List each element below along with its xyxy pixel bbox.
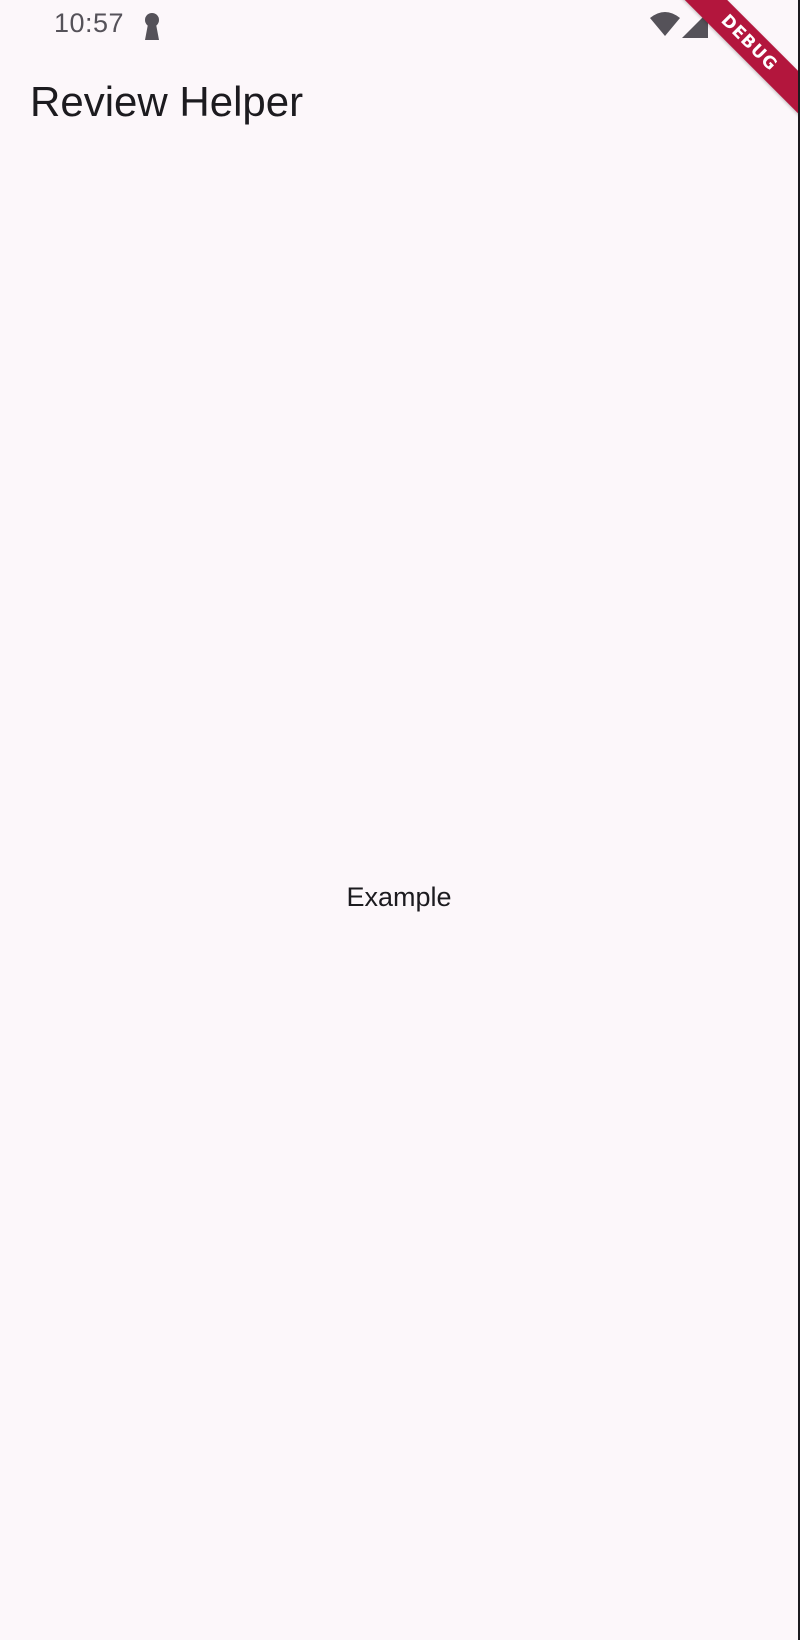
app-screen: 10:57 DEBUG Review Helper Example <box>0 0 800 1640</box>
status-bar: 10:57 <box>0 0 798 52</box>
wifi-icon <box>650 12 680 36</box>
main-content: Example <box>0 152 798 1640</box>
app-bar: Review Helper <box>0 56 798 152</box>
page-title: Review Helper <box>30 78 304 125</box>
keyhole-icon <box>145 13 159 40</box>
status-time: 10:57 <box>54 8 125 38</box>
center-example-text: Example <box>346 882 452 912</box>
